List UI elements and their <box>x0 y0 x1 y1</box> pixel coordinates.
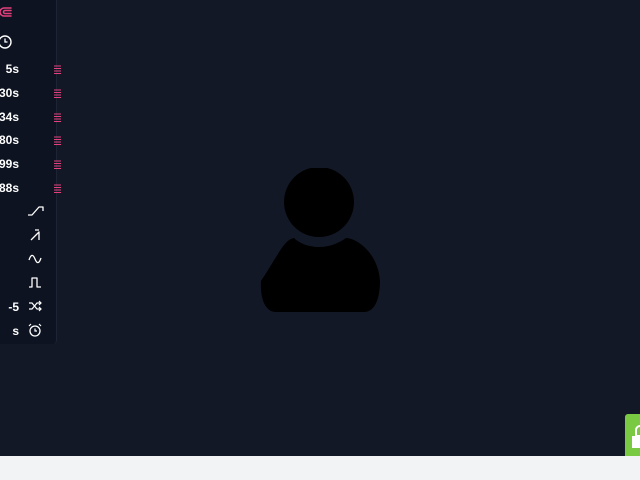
paperclip-icon[interactable] <box>0 5 12 19</box>
clock-icon[interactable] <box>0 34 13 50</box>
duration-row[interactable]: 399s <box>0 154 61 174</box>
alarm-clock-icon[interactable] <box>28 323 42 337</box>
duration-label: 388s <box>0 181 19 195</box>
sine-wave-icon[interactable] <box>28 253 42 265</box>
duration-row[interactable]: 388s <box>0 178 61 198</box>
duration-label: 399s <box>0 157 19 171</box>
user-avatar-icon <box>260 168 380 312</box>
duration-label: 34s <box>0 110 19 124</box>
duration-label: 30s <box>0 86 19 100</box>
side-panel: 5s 30s 34s 180s 399s 388s <box>0 0 61 344</box>
mode-row[interactable]: -5 <box>0 297 56 317</box>
menu-icon[interactable] <box>54 65 61 74</box>
mode-row[interactable] <box>0 202 56 222</box>
ramp-up-icon[interactable] <box>29 228 42 242</box>
menu-icon[interactable] <box>54 89 61 98</box>
shuffle-icon[interactable] <box>28 299 42 313</box>
mode-row[interactable] <box>0 274 56 294</box>
menu-icon[interactable] <box>54 136 61 145</box>
mode-row[interactable]: s <box>0 321 56 341</box>
mode-row[interactable] <box>0 226 56 246</box>
duration-row[interactable]: 30s <box>0 83 61 103</box>
pulse-icon[interactable] <box>28 276 42 289</box>
menu-icon[interactable] <box>54 184 61 193</box>
menu-icon[interactable] <box>54 160 61 169</box>
bottom-bar <box>0 456 640 480</box>
ramp-step-icon[interactable] <box>27 205 44 217</box>
duration-row[interactable]: 34s <box>0 107 61 127</box>
mode-row[interactable] <box>0 250 56 270</box>
unlock-icon <box>632 425 640 448</box>
duration-label: 5s <box>5 62 19 76</box>
mode-label: -5 <box>8 300 19 314</box>
duration-label: 180s <box>0 133 19 147</box>
duration-row[interactable]: 5s <box>0 59 61 79</box>
mode-label: s <box>12 324 19 338</box>
duration-row[interactable]: 180s <box>0 130 61 150</box>
menu-icon[interactable] <box>54 113 61 122</box>
